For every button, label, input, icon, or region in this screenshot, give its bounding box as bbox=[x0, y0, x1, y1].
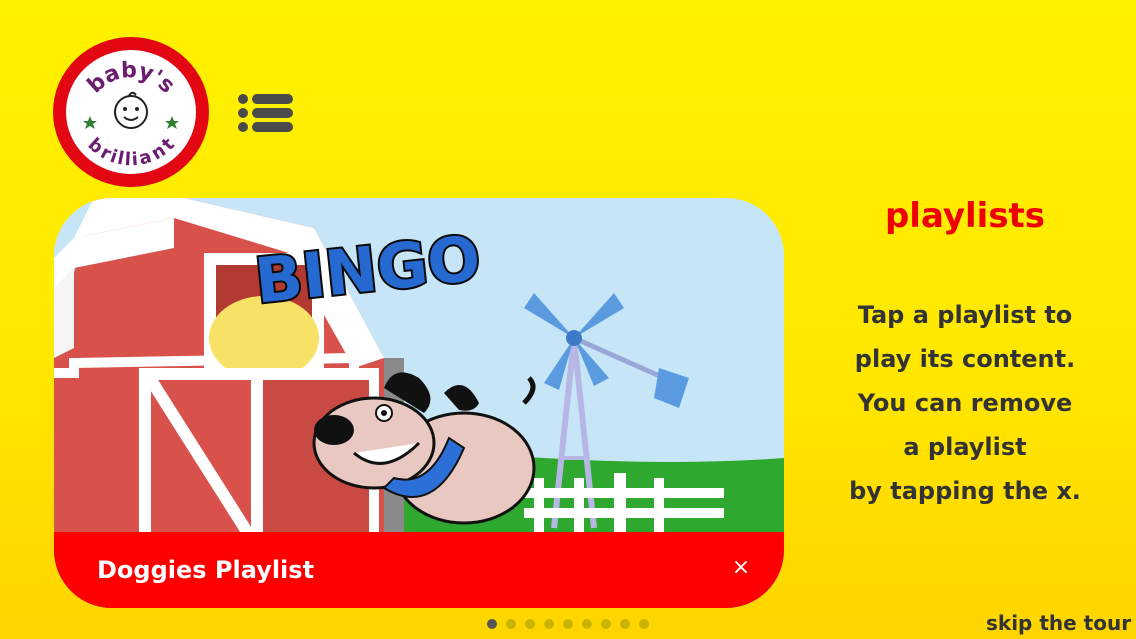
playlist-card[interactable]: BINGO Doggies Playlist × bbox=[54, 198, 784, 608]
menu-button[interactable] bbox=[238, 93, 294, 133]
tour-pagination bbox=[487, 619, 649, 629]
baby-face-icon: baby's brilliant bbox=[83, 58, 180, 171]
tour-line: by tapping the x. bbox=[849, 477, 1081, 505]
brand-logo: baby's brilliant bbox=[53, 37, 209, 187]
list-menu-icon bbox=[238, 94, 293, 132]
page-dot[interactable] bbox=[544, 619, 554, 629]
tour-line: Tap a playlist to bbox=[857, 301, 1073, 329]
svg-text:brilliant: brilliant bbox=[84, 134, 180, 171]
skip-tour-link[interactable]: skip the tour bbox=[986, 611, 1131, 635]
page-dot[interactable] bbox=[563, 619, 573, 629]
tour-heading: playlists bbox=[884, 196, 1046, 236]
tour-line: play its content. bbox=[854, 345, 1076, 373]
playlist-bar: Doggies Playlist × bbox=[54, 532, 784, 608]
remove-playlist-button[interactable]: × bbox=[730, 556, 752, 580]
logo-text-bottom: brilliant bbox=[84, 134, 180, 171]
page-dot[interactable] bbox=[639, 619, 649, 629]
page-dot[interactable] bbox=[525, 619, 535, 629]
page-dot[interactable] bbox=[506, 619, 516, 629]
logo-inner: baby's brilliant bbox=[66, 50, 196, 174]
page-dot[interactable] bbox=[620, 619, 630, 629]
tour-line: You can remove bbox=[857, 389, 1073, 417]
page-dot[interactable] bbox=[582, 619, 592, 629]
page-dot[interactable] bbox=[487, 619, 497, 629]
tour-description: Tap a playlist to play its content. You … bbox=[830, 293, 1100, 513]
playlist-title: Doggies Playlist bbox=[97, 556, 315, 584]
page-dot[interactable] bbox=[601, 619, 611, 629]
tour-line: a playlist bbox=[903, 433, 1027, 461]
